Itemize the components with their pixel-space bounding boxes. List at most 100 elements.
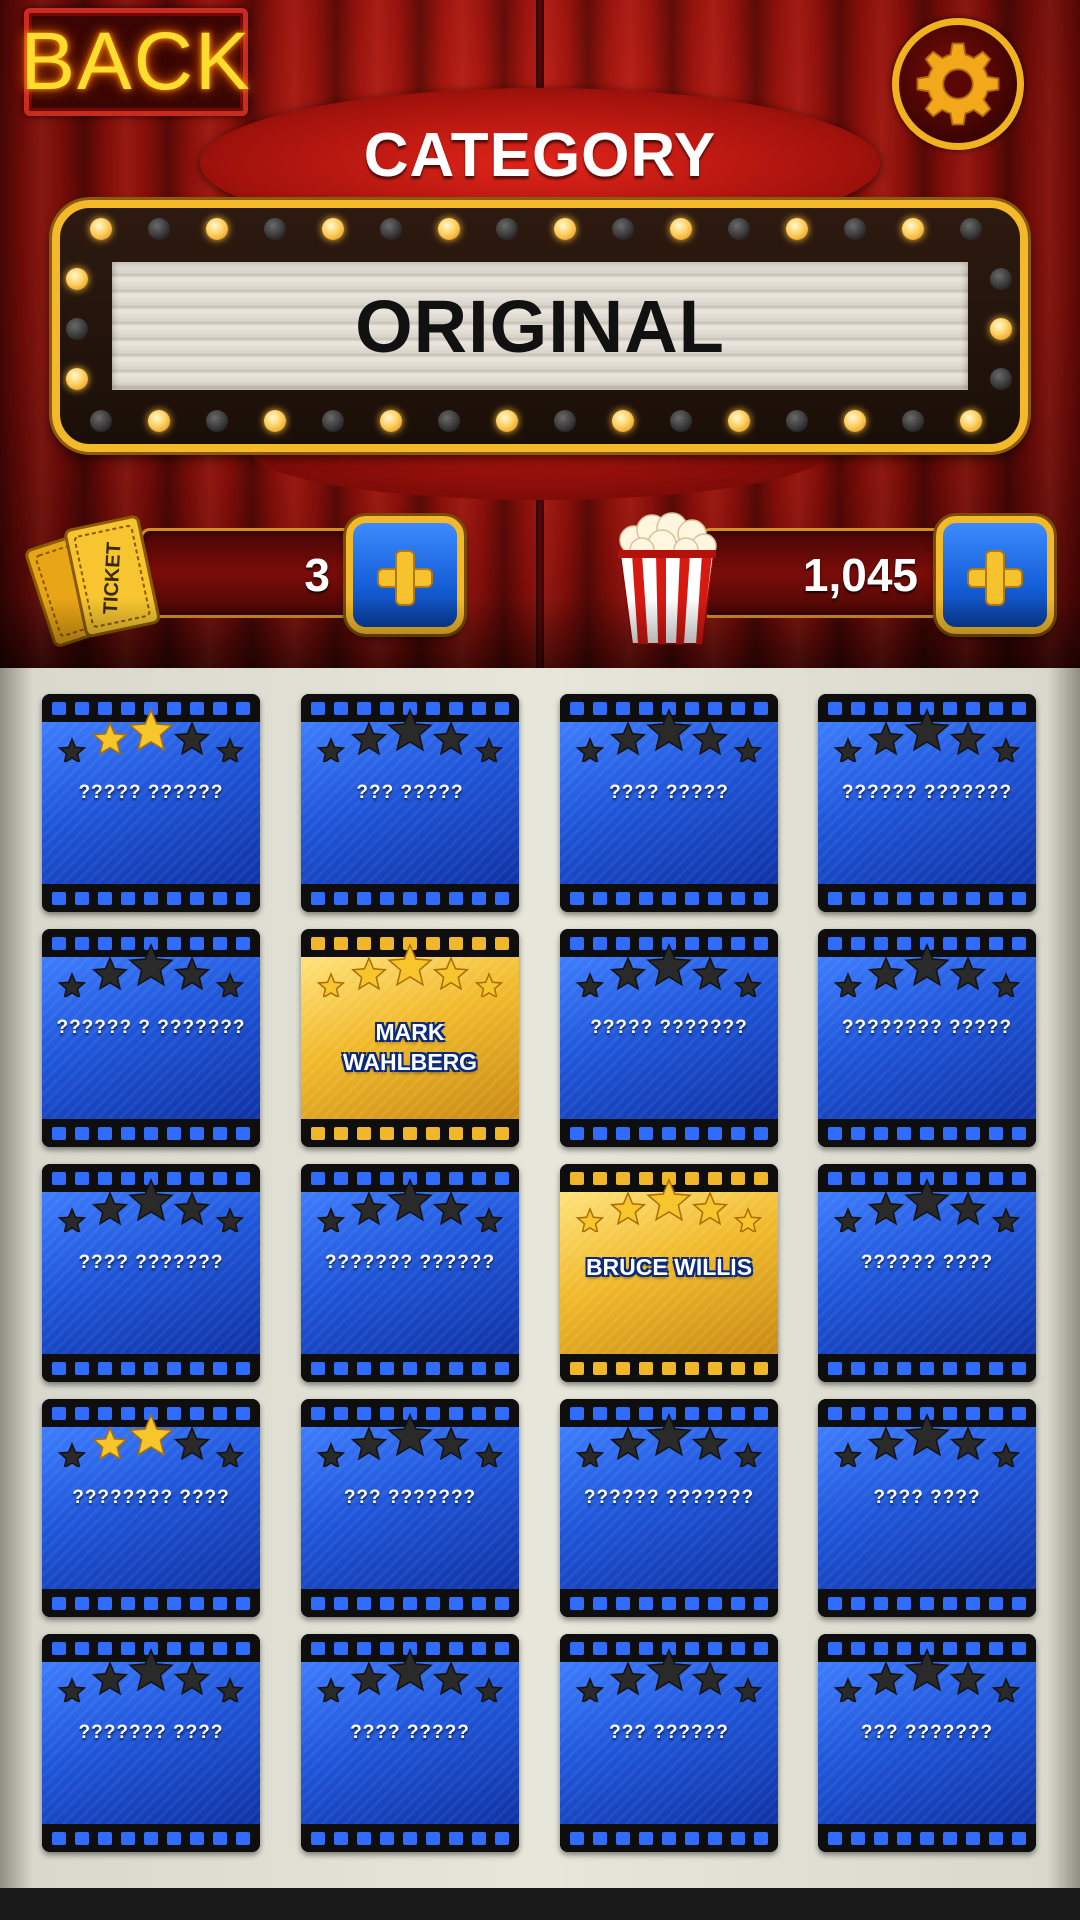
back-button-label: BACK — [20, 16, 252, 107]
marquee-bulb — [844, 410, 866, 432]
star-empty-icon — [949, 956, 987, 991]
film-sprockets — [818, 884, 1036, 912]
marquee-bulb — [90, 218, 112, 240]
star-rating — [833, 1648, 1021, 1702]
card-title: ?????? ??????? — [583, 1487, 755, 1508]
star-empty-icon — [691, 956, 729, 991]
level-card[interactable]: ?????? ???? — [818, 1164, 1036, 1382]
level-card[interactable]: ??????? ?????? — [301, 1164, 519, 1382]
marquee-bulb — [380, 218, 402, 240]
card-title: ??????? ???? — [78, 1722, 224, 1743]
level-card[interactable]: ?????? ??????? — [818, 694, 1036, 912]
level-card[interactable]: ??? ?????? — [560, 1634, 778, 1852]
card-title: ????? ?????? — [78, 782, 224, 803]
film-sprockets — [42, 1354, 260, 1382]
level-card[interactable]: ????? ?????? — [42, 694, 260, 912]
marquee-bulb — [728, 218, 750, 240]
level-card[interactable]: ????? ??????? — [560, 929, 778, 1147]
marquee-bulb — [990, 268, 1012, 290]
star-empty-icon — [833, 972, 863, 997]
level-card[interactable]: ??? ??????? — [301, 1399, 519, 1617]
star-rating — [57, 1413, 245, 1467]
add-tickets-button[interactable] — [346, 516, 464, 634]
marquee-bulb — [66, 318, 88, 340]
star-empty-icon — [350, 1191, 388, 1226]
star-empty-icon — [646, 708, 692, 752]
add-popcorn-button[interactable] — [936, 516, 1054, 634]
star-empty-icon — [646, 943, 692, 987]
star-empty-icon — [432, 721, 470, 756]
film-sprockets — [42, 884, 260, 912]
star-rating — [57, 708, 245, 762]
level-grid: ????? ????????? ????????? ??????????? ??… — [0, 668, 1080, 1888]
card-title: ??? ?????? — [609, 1722, 729, 1743]
marquee-bulb — [496, 410, 518, 432]
level-card[interactable]: ???????? ????? — [818, 929, 1036, 1147]
level-card[interactable]: ???????? ???? — [42, 1399, 260, 1617]
level-card[interactable]: ?????? ??????? — [560, 1399, 778, 1617]
back-button[interactable]: BACK — [20, 8, 250, 116]
film-sprockets — [560, 1589, 778, 1617]
star-empty-icon — [91, 1661, 129, 1696]
star-empty-icon — [173, 1191, 211, 1226]
marquee-bulb — [66, 268, 88, 290]
star-empty-icon — [833, 1207, 863, 1232]
level-card[interactable]: ?????? ? ??????? — [42, 929, 260, 1147]
film-sprockets — [560, 1354, 778, 1382]
level-card[interactable]: ??? ????? — [301, 694, 519, 912]
marquee-bulb — [322, 218, 344, 240]
film-sprockets — [560, 1119, 778, 1147]
star-rating — [316, 1648, 504, 1702]
curtain-header: BACK CATEGORY ORIGINAL 3 TICKET 1,045 — [0, 0, 1080, 668]
marquee-bulb — [66, 368, 88, 390]
ticket-count: 3 — [304, 549, 330, 601]
settings-button[interactable] — [892, 18, 1024, 150]
marquee-bulb — [960, 410, 982, 432]
star-empty-icon — [867, 1426, 905, 1461]
marquee-bulb — [206, 218, 228, 240]
level-card[interactable]: ??? ??????? — [818, 1634, 1036, 1852]
star-empty-icon — [173, 721, 211, 756]
star-empty-icon — [733, 1677, 763, 1702]
star-empty-icon — [991, 972, 1021, 997]
level-card[interactable]: ???? ????? — [560, 694, 778, 912]
star-empty-icon — [57, 972, 87, 997]
marquee-bulb — [322, 410, 344, 432]
star-empty-icon — [57, 737, 87, 762]
card-title: ??????? ?????? — [324, 1252, 496, 1273]
star-rating — [57, 1178, 245, 1232]
star-filled-icon — [691, 1191, 729, 1226]
level-card[interactable]: ???? ??????? — [42, 1164, 260, 1382]
star-empty-icon — [609, 721, 647, 756]
star-empty-icon — [432, 1661, 470, 1696]
level-card[interactable]: BRUCE WILLIS — [560, 1164, 778, 1382]
marquee-bulb — [148, 218, 170, 240]
card-title: ???????? ???? — [72, 1487, 230, 1508]
star-empty-icon — [646, 1413, 692, 1457]
marquee-bulb — [902, 218, 924, 240]
gear-icon — [916, 42, 1000, 126]
star-empty-icon — [575, 972, 605, 997]
star-empty-icon — [91, 1191, 129, 1226]
star-rating — [316, 943, 504, 997]
popcorn-icon — [618, 512, 717, 645]
card-title: ??? ??????? — [860, 1722, 994, 1743]
level-card[interactable]: ??????? ???? — [42, 1634, 260, 1852]
film-sprockets — [301, 884, 519, 912]
star-empty-icon — [387, 1178, 433, 1222]
star-empty-icon — [833, 1677, 863, 1702]
marquee-bulb — [670, 410, 692, 432]
level-card[interactable]: ???? ???? — [818, 1399, 1036, 1617]
star-empty-icon — [904, 1413, 950, 1457]
film-sprockets — [818, 1354, 1036, 1382]
star-empty-icon — [733, 972, 763, 997]
star-filled-icon — [91, 721, 129, 756]
popcorn-count: 1,045 — [802, 549, 918, 601]
star-empty-icon — [215, 1677, 245, 1702]
level-card[interactable]: ???? ????? — [301, 1634, 519, 1852]
star-empty-icon — [173, 1661, 211, 1696]
star-filled-icon — [350, 956, 388, 991]
star-rating — [575, 943, 763, 997]
star-empty-icon — [316, 1677, 346, 1702]
level-card[interactable]: MARK WAHLBERG — [301, 929, 519, 1147]
